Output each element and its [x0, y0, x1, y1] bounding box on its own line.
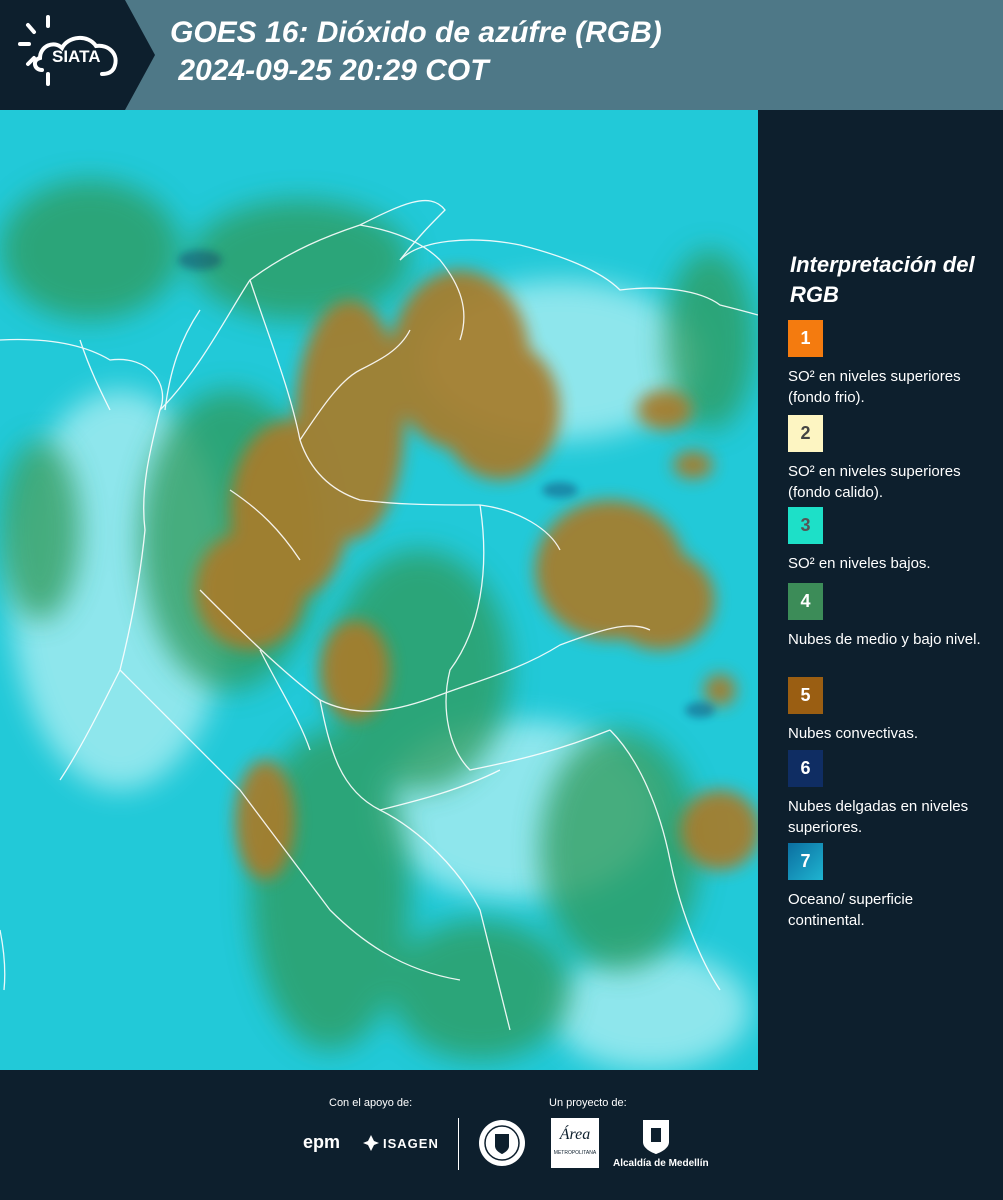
legend-swatch-6: 6	[788, 750, 823, 787]
area-metropolitana-logo: Área METROPOLITANA	[551, 1118, 599, 1168]
legend-swatch-1: 1	[788, 320, 823, 357]
legend-label-1: SO² en niveles superiores (fondo frio).	[788, 368, 961, 406]
legend-item-2: 2 SO² en niveles superiores (fondo calid…	[788, 415, 988, 503]
legend-item-5: 5 Nubes convectivas.	[788, 677, 988, 744]
area-logo-text: Área	[559, 1126, 591, 1143]
page-title: GOES 16: Dióxido de azúfre (RGB) 2024-09…	[170, 14, 662, 90]
title-line-2: 2024-09-25 20:29 COT	[170, 54, 489, 87]
legend-label-5: Nubes convectivas.	[788, 725, 919, 742]
isagen-logo: ISAGEN	[383, 1136, 439, 1151]
epm-logo: epm	[303, 1132, 341, 1152]
siata-logo: SIATA	[18, 15, 118, 86]
support-label: Con el apoyo de:	[329, 1097, 413, 1109]
legend-swatch-5: 5	[788, 677, 823, 714]
logo-text: SIATA	[52, 47, 100, 66]
legend-swatch-2: 2	[788, 415, 823, 452]
legend-label-4: Nubes de medio y bajo nivel.	[788, 631, 981, 648]
legend-item-7: 7 Oceano/ superficie continental.	[788, 843, 988, 931]
legend-panel: Interpretación del RGB 1 SO² en niveles …	[760, 110, 1003, 1070]
header: SIATA GOES 16: Dióxido de azúfre (RGB) 2…	[0, 0, 1003, 110]
title-line-1: GOES 16: Dióxido de azúfre (RGB)	[170, 16, 662, 49]
legend-label-2: SO² en niveles superiores (fondo calido)…	[788, 463, 961, 501]
project-label: Un proyecto de:	[549, 1097, 627, 1109]
legend-label-6: Nubes delgadas en niveles superiores.	[788, 798, 969, 836]
legend-item-4: 4 Nubes de medio y bajo nivel.	[788, 583, 988, 650]
isagen-icon	[363, 1135, 379, 1151]
legend-swatch-7: 7	[788, 843, 823, 880]
alcaldia-shield-icon	[643, 1120, 669, 1154]
area-logo-subtext: METROPOLITANA	[553, 1150, 597, 1156]
legend-swatch-3: 3	[788, 507, 823, 544]
satellite-image	[0, 110, 758, 1070]
legend-title: Interpretación del RGB	[790, 252, 975, 307]
satellite-map	[0, 110, 758, 1070]
legend-swatch-4: 4	[788, 583, 823, 620]
footer-divider	[458, 1118, 459, 1170]
footer: Con el apoyo de: Un proyecto de: epm ISA…	[0, 1070, 1003, 1200]
legend-label-3: SO² en niveles bajos.	[788, 555, 931, 572]
legend-item-6: 6 Nubes delgadas en niveles superiores.	[788, 750, 988, 838]
legend-item-3: 3 SO² en niveles bajos.	[788, 507, 988, 574]
alcaldia-label: Alcaldía de Medellín	[613, 1158, 709, 1169]
legend-label-7: Oceano/ superficie continental.	[788, 891, 914, 929]
legend-item-1: 1 SO² en niveles superiores (fondo frio)…	[788, 320, 988, 408]
medellin-seal	[479, 1120, 525, 1166]
